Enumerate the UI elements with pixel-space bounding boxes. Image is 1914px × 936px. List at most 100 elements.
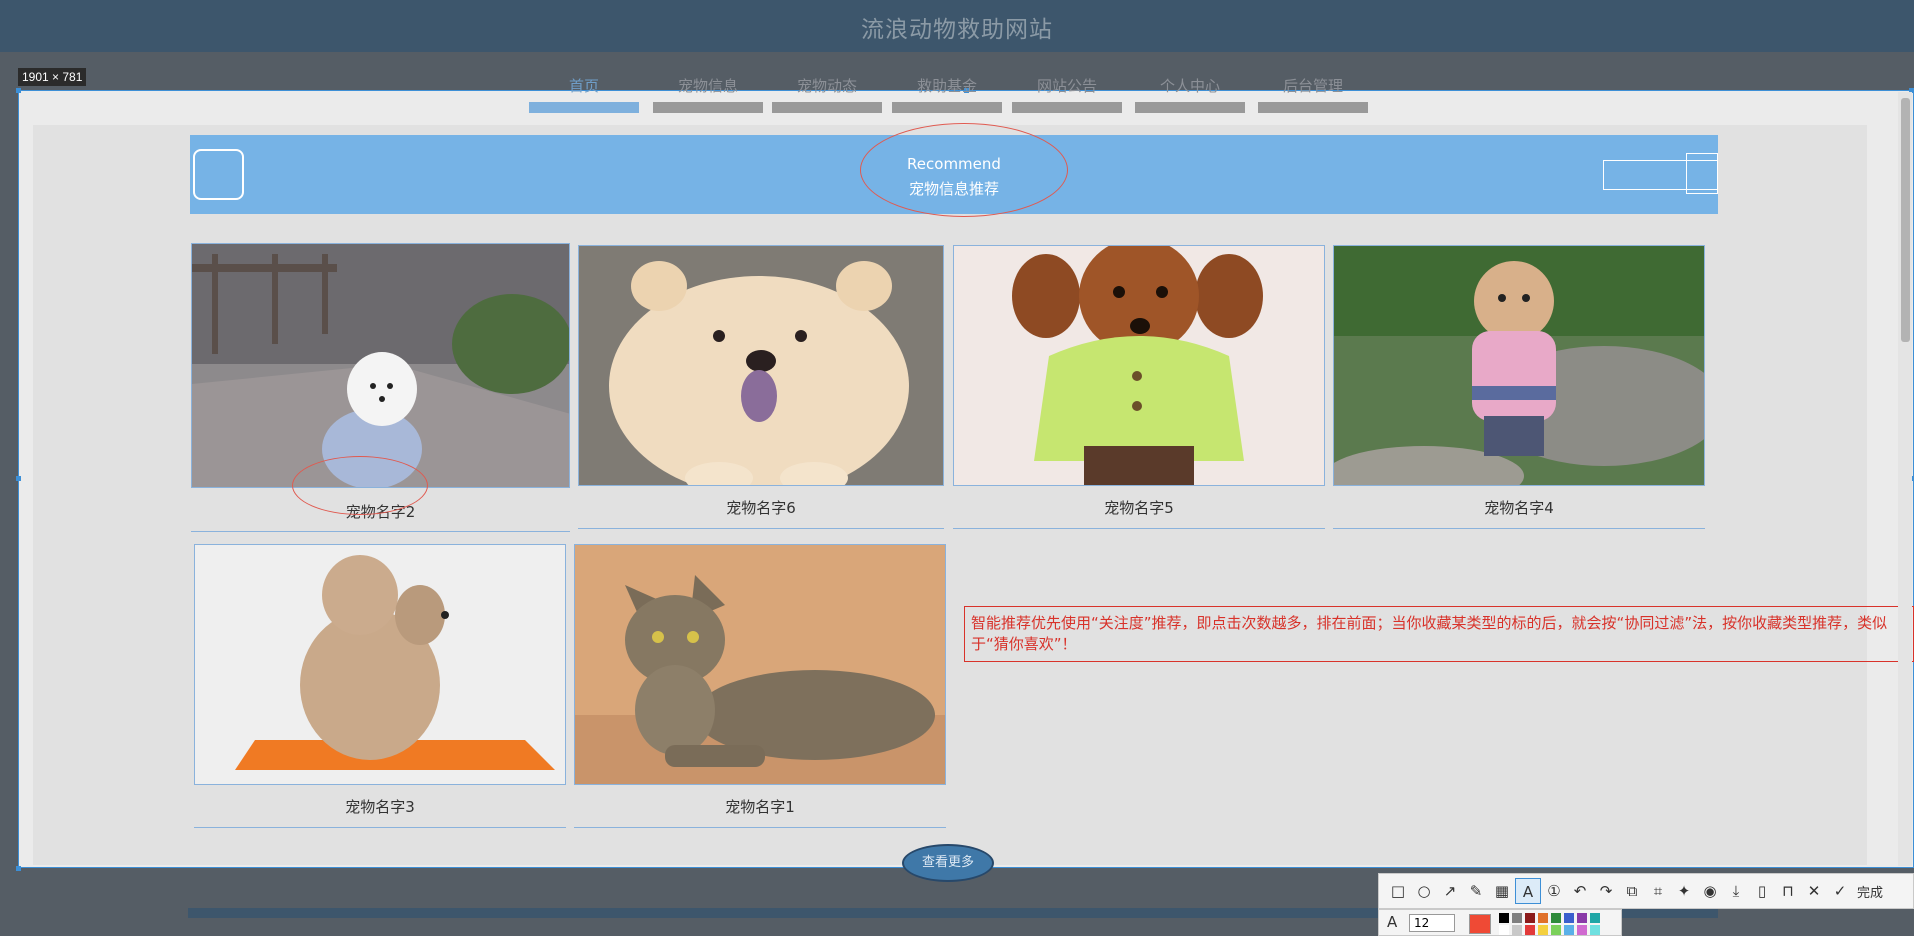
pet-photo[interactable] xyxy=(191,243,570,488)
nav-item-label: 救助基金 xyxy=(916,77,977,95)
site-header: 流浪动物救助网站 xyxy=(0,0,1914,52)
save-tool-icon[interactable]: ▯ xyxy=(1749,878,1775,904)
pet-photo[interactable] xyxy=(953,245,1325,486)
color-swatch[interactable] xyxy=(1564,913,1574,923)
banner-rect-outline-small xyxy=(1686,153,1718,194)
color-swatch[interactable] xyxy=(1538,913,1548,923)
color-swatch[interactable] xyxy=(1499,925,1509,935)
color-swatch[interactable] xyxy=(1512,913,1522,923)
color-swatch[interactable] xyxy=(1525,913,1535,923)
nav-item-home[interactable]: 首页 xyxy=(529,72,639,113)
font-size-icon: A xyxy=(1387,913,1398,931)
annotation-text-box[interactable]: 智能推荐优先使用“关注度”推荐，即点击次数越多，排在前面；当你收藏某类型的标的后… xyxy=(964,606,1914,662)
nav-item-profile[interactable]: 个人中心 xyxy=(1135,72,1245,113)
pet-card[interactable]: 宠物名字4 xyxy=(1333,245,1705,530)
card-divider xyxy=(578,528,944,529)
nav-item-announcements[interactable]: 网站公告 xyxy=(1012,72,1122,113)
card-divider xyxy=(1333,528,1705,529)
pet-photo[interactable] xyxy=(1333,245,1705,486)
scrollbar-thumb[interactable] xyxy=(1901,98,1910,342)
capture-toolbar: □ ○ ↗ ✎ ▦ A ① ↶ ↷ ⧉ ⌗ ✦ ◉ ⤓ ▯ ⊓ ✕ ✓ 完成 xyxy=(1378,873,1914,909)
nav-item-rescue-fund[interactable]: 救助基金 xyxy=(892,72,1002,113)
redo-tool-icon[interactable]: ↷ xyxy=(1593,878,1619,904)
copy-tool-icon[interactable]: ⧉ xyxy=(1619,878,1645,904)
apricot-poodle-pink-sweater-photo xyxy=(1334,246,1704,485)
card-divider xyxy=(574,827,946,828)
white-bichon-dog-photo xyxy=(192,244,569,487)
undo-tool-icon[interactable]: ↶ xyxy=(1567,878,1593,904)
nav-item-label: 网站公告 xyxy=(1036,77,1097,95)
main-nav: 首页 宠物信息 宠物动态 救助基金 网站公告 个人中心 后台管理 xyxy=(0,72,1914,122)
check-icon[interactable]: ✓ xyxy=(1827,878,1853,904)
pin-tool-icon[interactable]: ✦ xyxy=(1671,878,1697,904)
color-swatch[interactable] xyxy=(1538,925,1548,935)
mosaic-tool-icon[interactable]: ▦ xyxy=(1489,878,1515,904)
nav-item-label: 后台管理 xyxy=(1282,77,1343,95)
bookmark-tool-icon[interactable]: ⊓ xyxy=(1775,878,1801,904)
annotation-ellipse-pet-name xyxy=(292,456,428,515)
pet-card[interactable]: 宠物名字5 xyxy=(953,245,1325,530)
nav-item-label: 个人中心 xyxy=(1159,77,1220,95)
nav-item-label: 宠物信息 xyxy=(677,77,738,95)
color-swatch[interactable] xyxy=(1564,925,1574,935)
pet-photo[interactable] xyxy=(578,245,944,486)
font-size-select[interactable]: 12 xyxy=(1409,914,1455,932)
pet-name[interactable]: 宠物名字1 xyxy=(574,796,946,817)
pet-name[interactable]: 宠物名字5 xyxy=(953,497,1325,518)
text-style-palette: A 12 xyxy=(1378,909,1622,936)
color-swatch[interactable] xyxy=(1551,925,1561,935)
nav-item-underline xyxy=(772,102,882,113)
card-divider xyxy=(194,827,566,828)
pet-card[interactable]: 宠物名字1 xyxy=(574,544,946,829)
resize-handle-bottom-left[interactable] xyxy=(16,866,21,871)
color-swatch[interactable] xyxy=(1577,913,1587,923)
number-tool-icon[interactable]: ① xyxy=(1541,878,1567,904)
nav-item-pet-news[interactable]: 宠物动态 xyxy=(772,72,882,113)
color-swatch[interactable] xyxy=(1525,925,1535,935)
done-button[interactable]: 完成 xyxy=(1857,882,1883,901)
pet-name[interactable]: 宠物名字4 xyxy=(1333,497,1705,518)
text-tool-icon[interactable]: A xyxy=(1515,878,1541,904)
pet-photo[interactable] xyxy=(194,544,566,785)
nav-item-underline xyxy=(1135,102,1245,113)
ocr-tool-icon[interactable]: ⌗ xyxy=(1645,878,1671,904)
pet-name[interactable]: 宠物名字6 xyxy=(578,497,944,518)
nav-item-underline xyxy=(1258,102,1368,113)
nav-item-underline xyxy=(1012,102,1122,113)
nav-item-underline xyxy=(653,102,763,113)
card-divider xyxy=(191,531,570,532)
pet-card[interactable]: 宠物名字6 xyxy=(578,245,944,530)
site-title: 流浪动物救助网站 xyxy=(861,17,1053,43)
ellipse-tool-icon[interactable]: ○ xyxy=(1411,878,1437,904)
card-divider xyxy=(953,528,1325,529)
color-swatch[interactable] xyxy=(1590,913,1600,923)
color-swatch[interactable] xyxy=(1551,913,1561,923)
nav-item-underline xyxy=(892,102,1002,113)
recommend-banner: Recommend 宠物信息推荐 xyxy=(190,123,1718,217)
vertical-scrollbar[interactable] xyxy=(1898,92,1912,866)
poodle-orange-cushion-photo xyxy=(195,545,565,784)
color-swatch[interactable] xyxy=(1512,925,1522,935)
cream-chow-chow-puppy-photo xyxy=(579,246,943,485)
pen-tool-icon[interactable]: ✎ xyxy=(1463,878,1489,904)
annotation-ellipse-banner xyxy=(860,123,1068,217)
nav-item-label: 首页 xyxy=(568,77,599,95)
record-tool-icon[interactable]: ◉ xyxy=(1697,878,1723,904)
pet-name[interactable]: 宠物名字3 xyxy=(194,796,566,817)
color-swatch[interactable] xyxy=(1499,913,1509,923)
nav-item-underline xyxy=(529,102,639,113)
view-more-button[interactable]: 查看更多 xyxy=(902,844,994,882)
rectangle-tool-icon[interactable]: □ xyxy=(1385,878,1411,904)
download-tool-icon[interactable]: ⤓ xyxy=(1723,878,1749,904)
nav-item-admin[interactable]: 后台管理 xyxy=(1258,72,1368,113)
arrow-tool-icon[interactable]: ↗ xyxy=(1437,878,1463,904)
pet-card[interactable]: 宠物名字3 xyxy=(194,544,566,829)
cancel-tool-icon[interactable]: ✕ xyxy=(1801,878,1827,904)
resize-handle-left[interactable] xyxy=(16,476,21,481)
pet-photo[interactable] xyxy=(574,544,946,785)
nav-item-label: 宠物动态 xyxy=(796,77,857,95)
current-color-swatch[interactable] xyxy=(1469,914,1491,934)
nav-item-pet-info[interactable]: 宠物信息 xyxy=(653,72,763,113)
color-swatch[interactable] xyxy=(1577,925,1587,935)
color-swatch[interactable] xyxy=(1590,925,1600,935)
